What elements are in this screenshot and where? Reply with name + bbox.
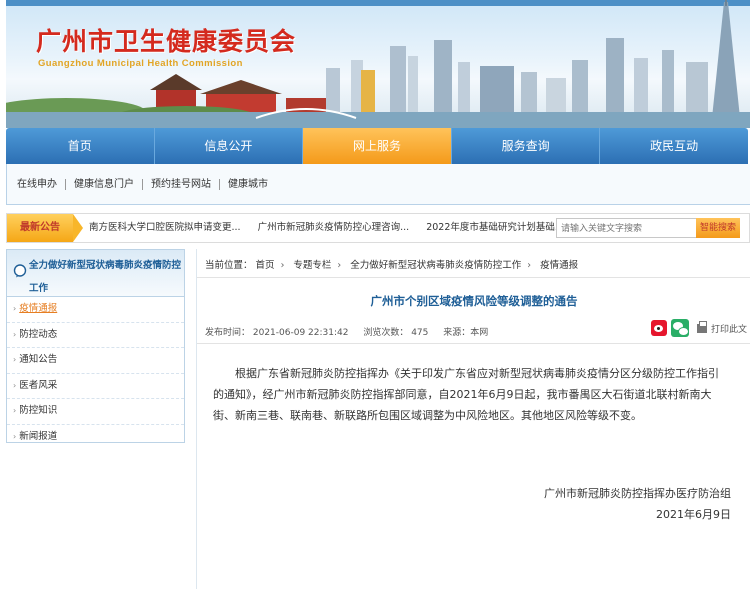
- sidebar-item-label: 医者风采: [19, 379, 58, 391]
- announcement-item[interactable]: 广州市新冠肺炎疫情防控心理咨询...: [258, 222, 410, 233]
- sidebar-item-label: 防控知识: [19, 405, 58, 416]
- nav-service-query[interactable]: 服务查询: [452, 128, 601, 164]
- chevron-right-icon: ›: [13, 406, 17, 415]
- sidebar-title-cont: 工作: [29, 283, 49, 294]
- print-link[interactable]: 打印此文: [711, 322, 747, 335]
- breadcrumb: 当前位置： 首页 › 专题专栏 › 全力做好新型冠状病毒肺炎疫情防控工作 › 疫情通报: [205, 257, 578, 271]
- weibo-icon[interactable]: [651, 320, 667, 336]
- sub-nav: 在线申办 健康信息门户 预约挂号网站 健康城市: [6, 164, 750, 205]
- nav-interaction[interactable]: 政民互动: [600, 128, 748, 164]
- announcement-item[interactable]: 2022年度市基础研究计划基础...: [426, 222, 564, 233]
- nav-online-service[interactable]: 网上服务: [303, 128, 452, 164]
- announcement-ticker: 南方医科大学口腔医院拟申请变更... 广州市新冠肺炎疫情防控心理咨询... 20…: [89, 214, 578, 242]
- smart-search-button[interactable]: 智能搜索: [696, 218, 740, 238]
- article-source: 来源：本网: [443, 328, 489, 338]
- main-nav: 首页 信息公开 网上服务 服务查询 政民互动: [6, 128, 748, 164]
- chevron-right-icon: ›: [13, 355, 17, 364]
- wechat-icon[interactable]: [671, 319, 689, 337]
- breadcrumb-separator: ›: [527, 260, 532, 271]
- article-body: 根据广东省新冠肺炎防控指挥办《关于印发广东省应对新型冠状病毒肺炎疫情分区分级防控…: [213, 367, 719, 422]
- publish-time: 发布时间： 2021-06-09 22:31:42: [205, 328, 349, 338]
- article-signature: 广州市新冠肺炎防控指挥办医疗防治组: [544, 487, 731, 500]
- sidebar-item-notices[interactable]: › 通知公告: [7, 348, 184, 374]
- search-input[interactable]: [556, 218, 702, 238]
- subnav-appointment-site[interactable]: 预约挂号网站: [143, 178, 220, 190]
- sidebar-item-label: 新闻报道: [19, 430, 58, 442]
- chat-bubble-icon: [13, 264, 27, 278]
- announcement-bar: 最新公告 南方医科大学口腔医院拟申请变更... 广州市新冠肺炎疫情防控心理咨询.…: [6, 213, 750, 243]
- chevron-right-icon: ›: [13, 329, 17, 339]
- breadcrumb-separator: ›: [337, 260, 342, 271]
- chevron-right-icon: ›: [13, 431, 17, 441]
- print-icon[interactable]: [697, 320, 707, 333]
- subnav-health-portal[interactable]: 健康信息门户: [66, 178, 143, 190]
- sidebar-item-epidemic-report[interactable]: › 疫情通报: [7, 297, 184, 323]
- announcement-label: 最新公告: [7, 214, 83, 242]
- sidebar-item-news[interactable]: › 新闻报道: [7, 425, 184, 450]
- sidebar-title: 全力做好新型冠状病毒肺炎疫情防控: [29, 260, 182, 271]
- divider: [197, 277, 750, 278]
- article-title: 广州市个别区域疫情风险等级调整的通告: [370, 294, 578, 308]
- article-meta: 发布时间： 2021-06-09 22:31:42 浏览次数： 475 来源：本…: [205, 325, 500, 338]
- subnav-healthy-city[interactable]: 健康城市: [220, 179, 276, 190]
- site-title: 广州市卫生健康委员会: [36, 27, 297, 56]
- view-count: 浏览次数： 475: [363, 328, 429, 338]
- announcement-item[interactable]: 南方医科大学口腔医院拟申请变更...: [89, 222, 241, 233]
- breadcrumb-separator: ›: [280, 260, 285, 271]
- sidebar-item-label: 通知公告: [19, 354, 58, 365]
- sidebar-item-medics[interactable]: › 医者风采: [7, 374, 184, 399]
- breadcrumb-prefix: 当前位置：: [205, 260, 253, 271]
- header-banner: 广州市卫生健康委员会 Guangzhou Municipal Health Co…: [6, 0, 750, 128]
- breadcrumb-current[interactable]: 疫情通报: [540, 260, 578, 271]
- breadcrumb-home[interactable]: 首页: [256, 260, 275, 271]
- nav-info-disclosure[interactable]: 信息公开: [155, 128, 304, 164]
- breadcrumb-topics[interactable]: 专题专栏: [293, 260, 331, 271]
- chevron-right-icon: ›: [13, 304, 17, 313]
- sidebar: 全力做好新型冠状病毒肺炎疫情防控 工作 › 疫情通报 › 防控动态 › 通知公告 › 医…: [6, 249, 185, 443]
- sidebar-item-label: 疫情通报: [19, 303, 58, 314]
- article-date: 2021年6月9日: [656, 508, 731, 521]
- divider: [197, 343, 750, 344]
- site-subtitle: Guangzhou Municipal Health Commission: [38, 58, 243, 69]
- share-tools: 打印此文: [651, 319, 747, 337]
- sidebar-menu: › 疫情通报 › 防控动态 › 通知公告 › 医者风采 › 防控知识 › 新闻报道: [7, 297, 184, 449]
- sidebar-item-label: 防控动态: [19, 328, 58, 340]
- subnav-online-application[interactable]: 在线申办: [17, 178, 66, 190]
- sidebar-item-knowledge[interactable]: › 防控知识: [7, 399, 184, 425]
- nav-home[interactable]: 首页: [6, 128, 155, 164]
- breadcrumb-section[interactable]: 全力做好新型冠状病毒肺炎疫情防控工作: [350, 260, 521, 271]
- sidebar-item-control-news[interactable]: › 防控动态: [7, 323, 184, 348]
- sidebar-header: 全力做好新型冠状病毒肺炎疫情防控 工作: [7, 250, 184, 297]
- article-panel: 当前位置： 首页 › 专题专栏 › 全力做好新型冠状病毒肺炎疫情防控工作 › 疫情通报…: [196, 249, 750, 589]
- chevron-right-icon: ›: [13, 380, 17, 390]
